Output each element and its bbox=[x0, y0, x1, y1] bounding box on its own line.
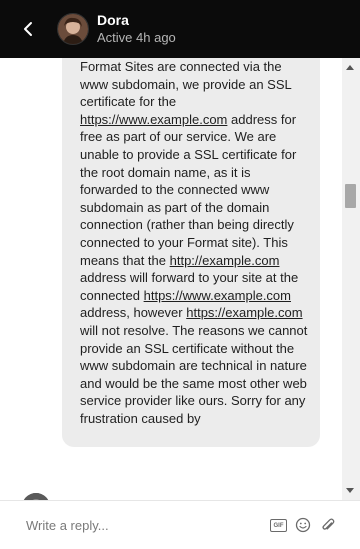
back-button[interactable] bbox=[14, 16, 42, 42]
message-area: Format Sites are connected via the www s… bbox=[0, 58, 360, 500]
message-link[interactable]: https://www.example.com bbox=[80, 112, 227, 127]
message-link[interactable]: http://example.com bbox=[170, 253, 280, 268]
message-text: subdomain, we provide an SSL certificate… bbox=[80, 76, 292, 110]
attach-button[interactable] bbox=[319, 516, 337, 534]
composer: GIF bbox=[0, 500, 360, 549]
message-link[interactable]: https://example.com bbox=[186, 305, 302, 320]
paperclip-icon bbox=[322, 518, 335, 530]
gif-label: GIF bbox=[273, 522, 284, 529]
message-text: Format Sites are connected via the bbox=[80, 59, 282, 74]
scroll-thumb[interactable] bbox=[345, 184, 356, 208]
avatar-image bbox=[58, 14, 88, 44]
message-bubble: Format Sites are connected via the www s… bbox=[62, 58, 320, 448]
sender-avatar bbox=[22, 493, 50, 500]
scroll-down-arrow-icon[interactable] bbox=[346, 488, 354, 493]
chevron-left-icon bbox=[24, 22, 32, 36]
contact-name: Dora bbox=[97, 12, 129, 28]
message-text: will not resolve. The reasons we cannot … bbox=[80, 322, 308, 426]
chat-header: Dora Active 4h ago bbox=[0, 0, 360, 58]
message-scrollbar[interactable] bbox=[342, 58, 360, 500]
emoji-icon bbox=[295, 517, 311, 533]
message-text: address, however bbox=[80, 305, 187, 321]
contact-status: Active 4h ago bbox=[97, 30, 176, 45]
sender-avatar-image bbox=[22, 493, 50, 500]
scroll-up-arrow-icon[interactable] bbox=[346, 65, 354, 70]
message-link[interactable]: https://www.example.com bbox=[144, 288, 291, 303]
avatar[interactable] bbox=[57, 13, 89, 45]
gif-icon[interactable]: GIF bbox=[270, 519, 287, 532]
reply-input[interactable] bbox=[26, 515, 246, 535]
emoji-button[interactable] bbox=[294, 516, 312, 534]
message-text: address for free as part of our service.… bbox=[80, 111, 297, 268]
message-text: www bbox=[80, 76, 109, 92]
